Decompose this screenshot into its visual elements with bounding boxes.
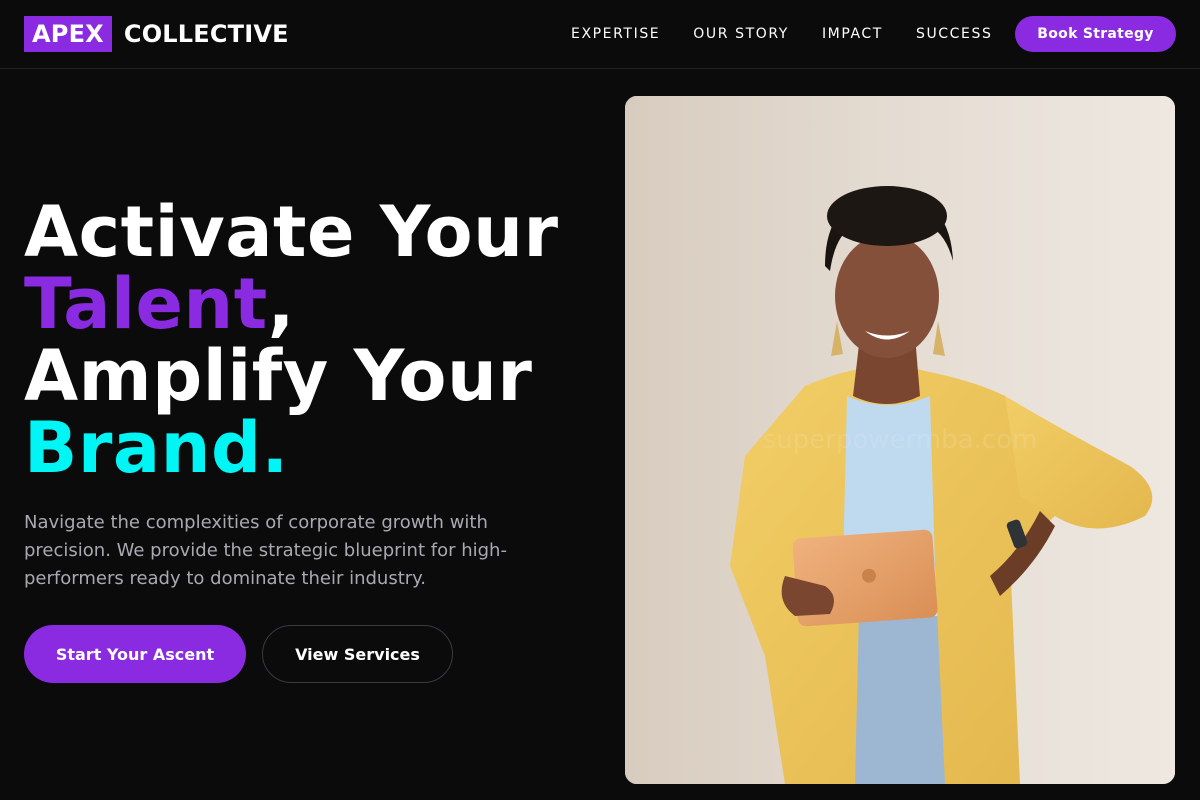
headline-line-3: Amplify Your	[24, 335, 533, 417]
logo-wordmark: COLLECTIVE	[123, 20, 289, 48]
view-services-button[interactable]: View Services	[262, 625, 453, 683]
headline-highlight-talent: Talent	[24, 263, 268, 345]
hero-headline: Activate Your Talent, Amplify Your Brand…	[24, 196, 604, 484]
start-your-ascent-button[interactable]: Start Your Ascent	[24, 625, 246, 683]
image-watermark: superpowermba.com	[763, 425, 1038, 455]
logo-mark: APEX	[24, 16, 112, 52]
nav-link-our-story[interactable]: OUR STORY	[693, 26, 789, 42]
nav-link-expertise[interactable]: EXPERTISE	[571, 26, 660, 42]
headline-line-1: Activate Your	[24, 191, 559, 273]
hero-portrait-image: superpowermba.com	[625, 96, 1175, 784]
brand-logo[interactable]: APEX COLLECTIVE	[24, 16, 289, 52]
nav-link-success[interactable]: SUCCESS	[916, 26, 993, 42]
headline-line-2: Talent,	[24, 268, 604, 340]
hero-subtext: Navigate the complexities of corporate g…	[24, 512, 507, 589]
headline-comma: ,	[267, 263, 295, 345]
nav-link-impact[interactable]: IMPACT	[822, 26, 883, 42]
main-nav: EXPERTISE OUR STORY IMPACT SUCCESS	[571, 16, 992, 52]
headline-highlight-brand: Brand.	[24, 407, 289, 489]
book-strategy-button[interactable]: Book Strategy	[1015, 16, 1176, 52]
site-header: APEX COLLECTIVE EXPERTISE OUR STORY IMPA…	[0, 0, 1200, 69]
